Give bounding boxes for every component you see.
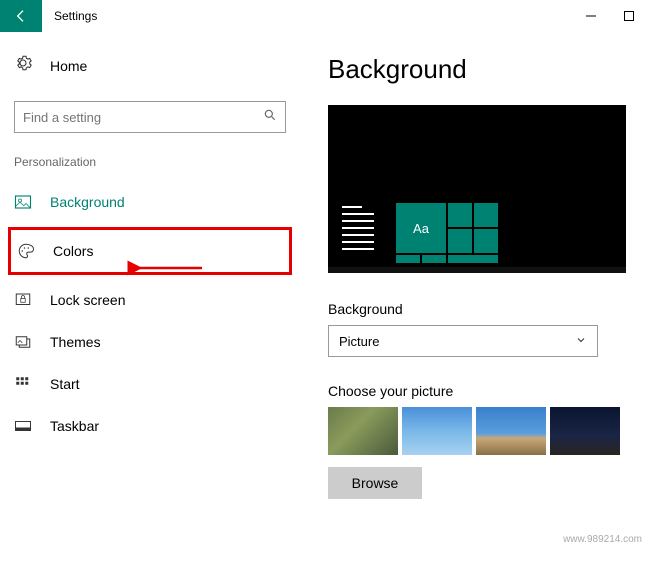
titlebar: Settings [0,0,648,32]
home-label: Home [50,58,87,74]
sidebar-item-label: Themes [50,334,101,350]
themes-icon [14,333,32,351]
picture-thumb-2[interactable] [402,407,472,455]
dropdown-value: Picture [339,334,379,349]
home-button[interactable]: Home [14,50,286,81]
search-icon [263,108,277,127]
picture-thumb-1[interactable] [328,407,398,455]
minimize-button[interactable] [572,0,610,32]
taskbar-icon [14,417,32,435]
sidebar-item-start[interactable]: Start [14,363,286,405]
sidebar-item-label: Colors [53,243,93,259]
window-controls [572,0,648,32]
sidebar-item-background[interactable]: Background [14,181,286,223]
watermark: www.989214.com [563,534,642,545]
browse-button[interactable]: Browse [328,467,422,499]
search-input[interactable] [23,110,263,125]
palette-icon [17,242,35,260]
arrow-left-icon [13,8,29,24]
sidebar-item-label: Start [50,376,80,392]
preview-tile-big: Aa [396,203,446,253]
start-icon [14,375,32,393]
preview-menu-lines [342,206,374,255]
back-button[interactable] [0,0,42,32]
sidebar-item-label: Taskbar [50,418,99,434]
sidebar-item-taskbar[interactable]: Taskbar [14,405,286,447]
preview-tiles: Aa [396,203,498,263]
desktop-preview: Aa [328,105,626,273]
sidebar-item-lock-screen[interactable]: Lock screen [14,279,286,321]
sidebar: Home Personalization Background Colors L… [0,32,300,499]
preview-taskbar [328,267,626,273]
choose-picture-label: Choose your picture [328,383,646,399]
chevron-down-icon [575,334,587,349]
picture-thumb-4[interactable] [550,407,620,455]
annotation-highlight: Colors [8,227,292,275]
search-box[interactable] [14,101,286,133]
background-dropdown[interactable]: Picture [328,325,598,357]
gear-icon [14,54,32,77]
picture-thumbnails [328,407,646,455]
main-panel: Background Aa Background Picture Choose … [300,32,648,499]
sidebar-item-label: Background [50,194,125,210]
sidebar-item-label: Lock screen [50,292,125,308]
picture-icon [14,193,32,211]
sidebar-item-themes[interactable]: Themes [14,321,286,363]
section-heading: Personalization [14,155,286,169]
background-label: Background [328,301,646,317]
maximize-button[interactable] [610,0,648,32]
picture-thumb-3[interactable] [476,407,546,455]
lock-screen-icon [14,291,32,309]
sidebar-item-colors[interactable]: Colors [17,230,283,272]
app-title: Settings [54,9,97,23]
page-title: Background [328,54,646,85]
